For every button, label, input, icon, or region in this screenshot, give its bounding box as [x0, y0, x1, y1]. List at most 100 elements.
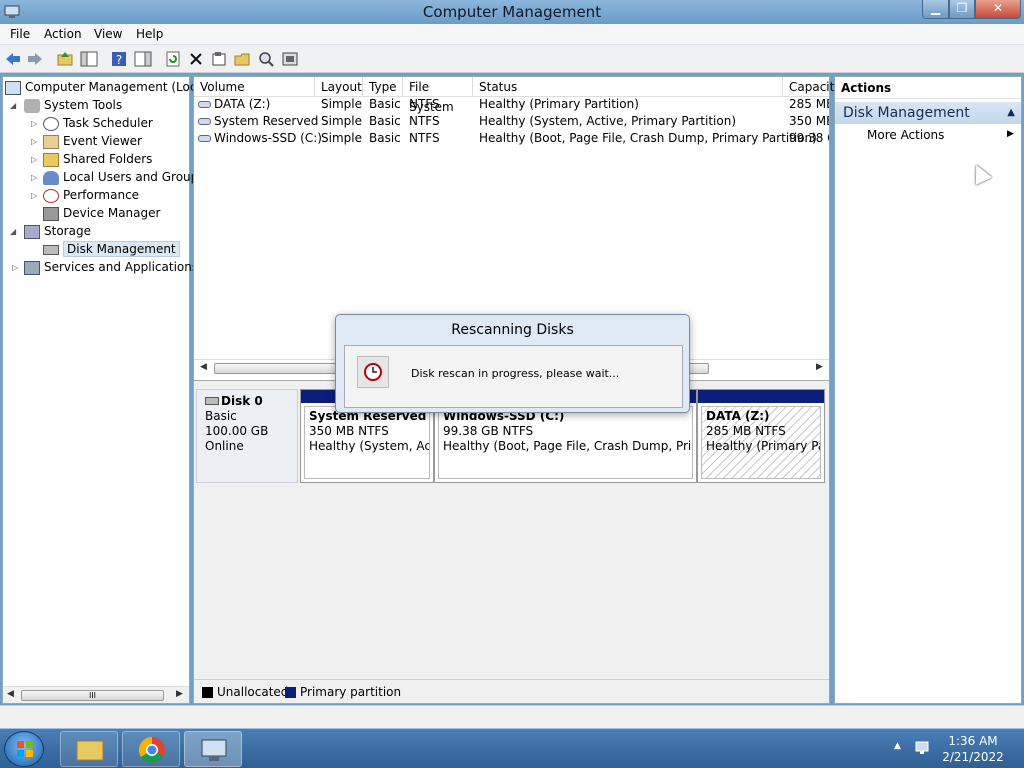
expand-arrow-icon[interactable]: ▷ — [31, 119, 37, 128]
taskbar-chrome-button[interactable] — [122, 731, 180, 767]
expand-arrow-icon[interactable]: ▷ — [31, 155, 37, 164]
menu-bar: File Action View Help — [0, 24, 1024, 45]
computer-management-icon — [5, 80, 21, 95]
forward-icon[interactable] — [26, 50, 44, 68]
network-icon[interactable] — [913, 739, 931, 757]
export-icon[interactable] — [281, 50, 299, 68]
column-volume[interactable]: Volume — [194, 77, 315, 97]
actions-header: Actions — [835, 77, 1021, 99]
start-button[interactable] — [4, 731, 44, 767]
chrome-icon — [138, 736, 165, 763]
expand-arrow-icon[interactable]: ▷ — [12, 263, 18, 272]
volume-row[interactable]: DATA (Z:) Simple Basic NTFS Healthy (Pri… — [194, 97, 829, 114]
scroll-right-icon[interactable]: ▶ — [176, 689, 183, 699]
collapse-up-icon[interactable]: ▲ — [1007, 102, 1015, 124]
column-status[interactable]: Status — [473, 77, 783, 97]
column-layout[interactable]: Layout — [315, 77, 363, 97]
window-title: Computer Management — [422, 3, 602, 21]
expand-arrow-icon[interactable]: ▷ — [31, 191, 37, 200]
tree-item-performance[interactable]: Performance — [43, 186, 139, 204]
show-hide-action-icon[interactable] — [134, 50, 152, 68]
menu-view[interactable]: View — [94, 27, 122, 41]
disk-state: Online — [205, 439, 244, 453]
minimize-button[interactable]: ▁ — [922, 0, 949, 19]
tree-item-disk-management[interactable]: Disk Management — [43, 240, 180, 258]
services-icon — [24, 260, 40, 275]
open-icon[interactable] — [233, 50, 251, 68]
folder-icon — [76, 740, 104, 761]
tree-item-event-viewer[interactable]: Event Viewer — [43, 132, 142, 150]
scroll-thumb[interactable]: III — [21, 690, 164, 701]
tree-item-task-scheduler[interactable]: Task Scheduler — [43, 114, 153, 132]
up-folder-icon[interactable] — [56, 50, 74, 68]
back-icon[interactable] — [4, 50, 22, 68]
properties-icon[interactable] — [210, 50, 228, 68]
volume-icon — [198, 135, 211, 142]
disk-name: Disk 0 — [221, 394, 263, 408]
primary-swatch — [285, 687, 296, 698]
legend-primary: Primary partition — [300, 685, 402, 699]
show-hide-tree-icon[interactable] — [80, 50, 98, 68]
dialog-title: Rescanning Disks — [451, 322, 574, 338]
tree-item-local-users[interactable]: Local Users and Groups — [43, 168, 205, 186]
show-hidden-icons-icon[interactable]: ▲ — [894, 741, 901, 751]
menu-file[interactable]: File — [10, 27, 30, 41]
search-icon[interactable] — [257, 50, 275, 68]
event-viewer-icon — [43, 134, 59, 149]
svg-text:?: ? — [116, 53, 122, 67]
taskbar-explorer-button[interactable] — [60, 731, 118, 767]
unallocated-swatch — [202, 687, 213, 698]
column-file-system[interactable]: File System — [403, 77, 473, 114]
close-button[interactable]: ✕ — [975, 0, 1021, 19]
disk-type: Basic — [205, 409, 237, 423]
restore-button[interactable]: ❐ — [949, 0, 975, 19]
windows-logo-icon — [17, 741, 33, 757]
system-clock[interactable]: 1:36 AM 2/21/2022 — [938, 733, 1008, 765]
column-capacity[interactable]: Capacit — [783, 77, 834, 97]
volume-row[interactable]: Windows-SSD (C:) Simple Basic NTFS Healt… — [194, 131, 829, 148]
storage-icon — [24, 224, 40, 239]
progress-clock-icon — [357, 356, 389, 388]
performance-icon — [43, 188, 59, 203]
disk-0-info[interactable]: Disk 0 Basic 100.00 GB Online — [196, 389, 298, 483]
collapse-arrow-icon[interactable]: ◢ — [10, 227, 16, 236]
scroll-left-icon[interactable]: ◀ — [7, 689, 14, 699]
taskbar-computer-management-button[interactable] — [184, 731, 242, 767]
scroll-right-icon[interactable]: ▶ — [816, 362, 823, 372]
tree-item-services[interactable]: Services and Applications — [24, 258, 198, 276]
refresh-icon[interactable] — [164, 50, 182, 68]
menu-action[interactable]: Action — [44, 27, 82, 41]
delete-icon[interactable] — [187, 50, 205, 68]
tree-item-computer-management[interactable]: Computer Management (Local — [5, 78, 207, 96]
disk-icon — [205, 397, 219, 405]
device-manager-icon — [43, 206, 59, 221]
legend: Unallocated Primary partition — [194, 679, 829, 703]
tree-horizontal-scrollbar[interactable]: ◀ III ▶ — [3, 686, 189, 703]
more-actions-item[interactable]: More Actions — [867, 128, 944, 142]
tree-item-storage[interactable]: Storage — [24, 222, 91, 240]
primary-partition-bar — [698, 390, 824, 403]
shared-folder-icon — [43, 152, 59, 167]
tree-item-device-manager[interactable]: Device Manager — [43, 204, 160, 222]
tools-icon — [24, 98, 40, 113]
volume-row[interactable]: System Reserved Simple Basic NTFS Health… — [194, 114, 829, 131]
title-bar: Computer Management ▁ ❐ ✕ — [0, 0, 1024, 24]
column-type[interactable]: Type — [363, 77, 403, 97]
expand-arrow-icon[interactable]: ▷ — [31, 173, 37, 182]
tree-item-system-tools[interactable]: System Tools — [24, 96, 122, 114]
scroll-left-icon[interactable]: ◀ — [200, 362, 207, 372]
computer-management-icon — [201, 739, 227, 761]
volume-list-header: Volume Layout Type File System Status Ca… — [194, 77, 834, 114]
rescanning-disks-dialog: Rescanning Disks Disk rescan in progress… — [335, 314, 690, 413]
tree-item-shared-folders[interactable]: Shared Folders — [43, 150, 152, 168]
partition-data[interactable]: DATA (Z:) 285 MB NTFS Healthy (Primary P… — [697, 389, 825, 483]
taskbar: ▲ 1:36 AM 2/21/2022 — [0, 728, 1024, 768]
menu-help[interactable]: Help — [136, 27, 163, 41]
clock-icon — [43, 116, 59, 131]
disk-size: 100.00 GB — [205, 424, 269, 438]
console-tree: Computer Management (Local ◢ System Tool… — [2, 76, 207, 704]
help-icon[interactable]: ? — [110, 50, 128, 68]
actions-section-disk-management[interactable]: Disk Management ▲ — [835, 102, 1021, 124]
collapse-arrow-icon[interactable]: ◢ — [10, 101, 16, 110]
expand-arrow-icon[interactable]: ▷ — [31, 137, 37, 146]
